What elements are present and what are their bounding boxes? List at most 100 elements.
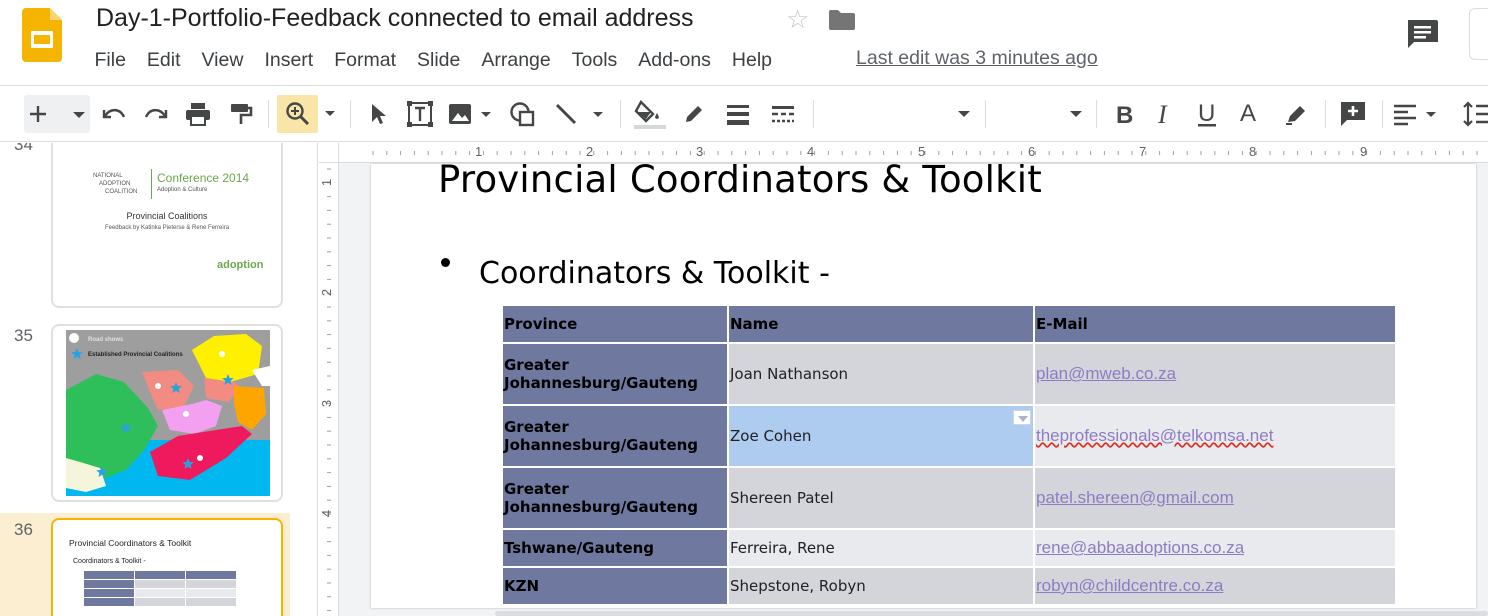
name-cell[interactable]: Joan Nathanson (727, 342, 1035, 406)
email-cell[interactable]: plan@mweb.co.za (1033, 342, 1397, 406)
toolbar-divider (1382, 100, 1383, 128)
table-header-cell[interactable]: E-Mail (1033, 304, 1397, 344)
table-header-cell[interactable]: Name (727, 304, 1035, 344)
print-button[interactable] (184, 95, 212, 133)
slides-logo-icon[interactable] (22, 8, 62, 62)
comment-icon[interactable] (1405, 18, 1439, 50)
toolbar-divider (985, 100, 986, 128)
email-cell[interactable]: rene@abbaadoptions.co.za (1033, 528, 1397, 568)
org-name-line: ADOPTION (99, 181, 131, 187)
select-button[interactable] (364, 95, 392, 133)
border-weight-button[interactable] (723, 95, 753, 133)
email-cell[interactable]: patel.shereen@gmail.com (1033, 466, 1397, 530)
email-link[interactable]: robyn@childcentre.co.za (1036, 576, 1223, 595)
province-cell[interactable]: Tshwane/Gauteng (501, 528, 729, 568)
svg-text:A: A (1240, 101, 1256, 127)
italic-button[interactable]: I (1152, 95, 1178, 133)
share-button[interactable] (1469, 8, 1488, 60)
line-button[interactable] (553, 95, 609, 133)
folder-icon[interactable] (829, 10, 855, 30)
map-legend-coalitions: Established Provincial Coalitions (88, 352, 183, 358)
line-spacing-button[interactable] (1462, 95, 1488, 133)
menu-file[interactable]: File (84, 49, 136, 72)
redo-button[interactable] (142, 95, 170, 133)
name-cell[interactable]: Ferreira, Rene (727, 528, 1035, 568)
thumbnail-table (83, 570, 237, 607)
zoom-dropdown-icon[interactable] (322, 95, 338, 133)
conference-label: Conference 2014 (157, 171, 250, 185)
menu-view[interactable]: View (191, 49, 254, 72)
redo-icon (144, 108, 168, 119)
email-link[interactable]: patel.shereen@gmail.com (1036, 488, 1234, 507)
menu-slide[interactable]: Slide (407, 49, 471, 72)
email-link[interactable]: plan@mweb.co.za (1036, 364, 1176, 383)
font-size-select[interactable] (990, 95, 1090, 133)
font-select[interactable] (830, 95, 980, 133)
slide-filmstrip[interactable]: 34 NATIONAL ADOPTION COALITION Conferenc… (0, 143, 318, 616)
text-color-button[interactable]: A (1236, 95, 1262, 133)
horizontal-scrollbar[interactable] (495, 611, 1488, 616)
ruler-label: 4 (319, 509, 335, 518)
bold-button[interactable]: B (1110, 95, 1136, 133)
zoom-button[interactable] (277, 95, 318, 133)
province-cell[interactable]: KZN (501, 566, 729, 606)
table-header-row: Province Name E-Mail (501, 304, 1397, 344)
text-box-button[interactable] (405, 95, 435, 133)
editor-canvas[interactable]: 1 2 3 4 5 6 7 8 9 1 2 3 4 Provincial Coo… (319, 143, 1488, 616)
cell-dropdown-icon[interactable] (1013, 410, 1031, 425)
ruler-ticks (372, 147, 1488, 159)
email-cell[interactable]: theprofessionals@telkomsa.net (1033, 404, 1397, 468)
email-link[interactable]: rene@abbaadoptions.co.za (1036, 538, 1244, 557)
province-cell[interactable]: Greater Johannesburg/Gauteng (501, 466, 729, 530)
chevron-down-icon (958, 111, 970, 117)
province-cell[interactable]: Greater Johannesburg/Gauteng (501, 342, 729, 406)
new-slide-button[interactable] (24, 95, 90, 133)
undo-button[interactable] (100, 95, 128, 133)
chevron-down-icon (1070, 111, 1082, 117)
highlight-button[interactable] (1282, 95, 1310, 133)
insert-comment-button[interactable] (1338, 95, 1368, 133)
menu-arrange[interactable]: Arrange (471, 49, 561, 72)
border-weight-icon (727, 105, 749, 125)
menu-tools[interactable]: Tools (561, 49, 628, 72)
slide-title[interactable]: Provincial Coordinators & Toolkit (438, 164, 1042, 201)
horizontal-ruler[interactable]: 1 2 3 4 5 6 7 8 9 (339, 143, 1488, 163)
email-cell[interactable]: robyn@childcentre.co.za (1033, 566, 1397, 606)
border-color-button[interactable] (680, 95, 708, 133)
coordinators-table[interactable]: Province Name E-Mail Greater Johannesbur… (501, 304, 1397, 606)
shape-button[interactable] (508, 95, 536, 133)
current-slide[interactable]: Provincial Coordinators & Toolkit Coordi… (371, 164, 1476, 608)
name-cell[interactable]: Shereen Patel (727, 466, 1035, 530)
ruler-label: 2 (319, 288, 335, 297)
underline-button[interactable]: U (1194, 95, 1220, 133)
last-edit-link[interactable]: Last edit was 3 minutes ago (856, 47, 1098, 70)
fill-color-button[interactable] (632, 95, 668, 133)
menu-insert[interactable]: Insert (254, 49, 324, 72)
slide-thumbnail-35[interactable]: Road shows Established Provincial Coalit… (51, 324, 283, 502)
star-icon[interactable]: ☆ (786, 4, 809, 35)
toolbar: B I U A (0, 86, 1488, 142)
image-button[interactable] (446, 95, 494, 133)
name-cell-selected[interactable]: Zoe Cohen (727, 404, 1035, 468)
province-cell[interactable]: Greater Johannesburg/Gauteng (501, 404, 729, 468)
menu-help[interactable]: Help (721, 49, 782, 72)
table-row: Greater Johannesburg/Gauteng Joan Nathan… (501, 342, 1397, 406)
name-cell[interactable]: Shepstone, Robyn (727, 566, 1035, 606)
align-button[interactable] (1392, 95, 1442, 133)
border-dash-button[interactable] (768, 95, 798, 133)
menu-format[interactable]: Format (324, 49, 407, 72)
slide-thumbnail-36[interactable]: Provincial Coordinators & Toolkit Coordi… (51, 518, 283, 616)
email-link[interactable]: theprofessionals@telkomsa.net (1036, 426, 1273, 445)
text-color-icon: A (1240, 101, 1256, 127)
menu-addons[interactable]: Add-ons (628, 49, 722, 72)
vertical-ruler[interactable]: 1 2 3 4 (319, 163, 339, 616)
map-legend-roadshows: Road shows (88, 337, 124, 343)
document-title[interactable]: Day-1-Portfolio-Feedback connected to em… (96, 4, 694, 33)
table-header-cell[interactable]: Province (501, 304, 729, 344)
paint-format-button[interactable] (227, 95, 255, 133)
slide-thumbnail-34[interactable]: NATIONAL ADOPTION COALITION Conference 2… (51, 143, 283, 308)
svg-text:I: I (1157, 102, 1168, 126)
slide-bullet[interactable]: Coordinators & Toolkit - (479, 256, 830, 291)
ruler-label: 3 (319, 399, 335, 408)
menu-edit[interactable]: Edit (136, 49, 191, 72)
